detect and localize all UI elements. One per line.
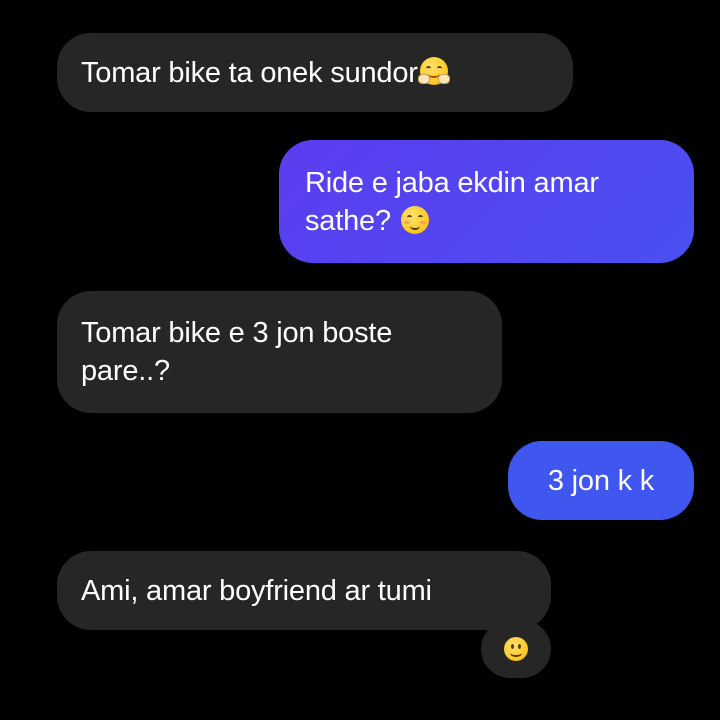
- message-text: Ride e jaba ekdin amar sathe?: [305, 166, 599, 237]
- message-text: Tomar bike e 3 jon boste pare..?: [81, 317, 393, 387]
- message-bubble-emoji[interactable]: [481, 620, 551, 678]
- message-bubble-incoming[interactable]: Ami, amar boyfriend ar tumi: [57, 551, 551, 630]
- chat-thread: Tomar bike ta onek sundor Ride e jaba ek…: [0, 0, 720, 720]
- message-bubble-outgoing[interactable]: Ride e jaba ekdin amar sathe?: [279, 140, 694, 263]
- message-text: Tomar bike ta onek sundor: [81, 56, 418, 89]
- message-text: 3 jon k k: [547, 464, 655, 497]
- hugging-face-emoji-icon: [417, 56, 450, 85]
- message-bubble-incoming[interactable]: Tomar bike ta onek sundor: [57, 33, 573, 112]
- message-bubble-outgoing[interactable]: 3 jon k k: [508, 441, 694, 520]
- message-text: Ami, amar boyfriend ar tumi: [81, 574, 432, 607]
- slightly-smiling-face-emoji-icon: [504, 637, 528, 661]
- message-bubble-incoming[interactable]: Tomar bike e 3 jon boste pare..?: [57, 291, 502, 413]
- relieved-face-emoji-icon: [400, 205, 429, 234]
